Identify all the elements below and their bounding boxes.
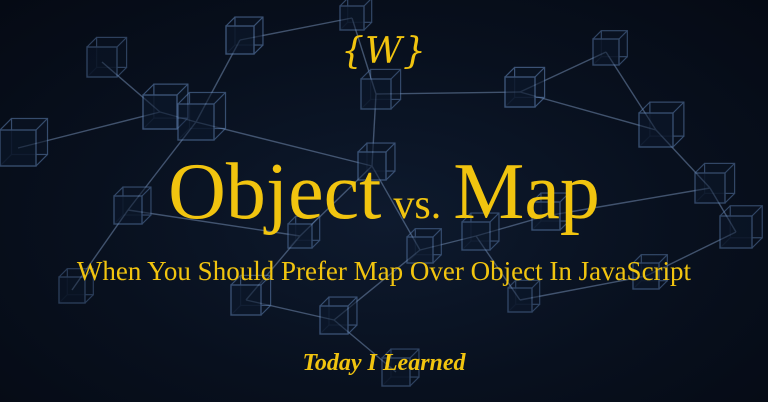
site-logo: {W} — [0, 30, 768, 74]
title-vs: vs. — [393, 182, 442, 228]
page-subtitle: When You Should Prefer Map Over Object I… — [76, 256, 692, 286]
cube-node — [638, 101, 685, 148]
cube-node — [319, 296, 358, 335]
title-map: Map — [453, 148, 600, 236]
title-object: Object — [168, 148, 382, 236]
cube-node — [339, 0, 373, 31]
page-title: Object vs. Map — [0, 150, 768, 256]
curly-brace-w-logo-icon: {W} — [341, 31, 427, 72]
banner: {W} Object vs. Map When You Should Prefer … — [0, 0, 768, 402]
series-tagline: Today I Learned — [302, 350, 466, 376]
cube-node — [360, 68, 402, 110]
